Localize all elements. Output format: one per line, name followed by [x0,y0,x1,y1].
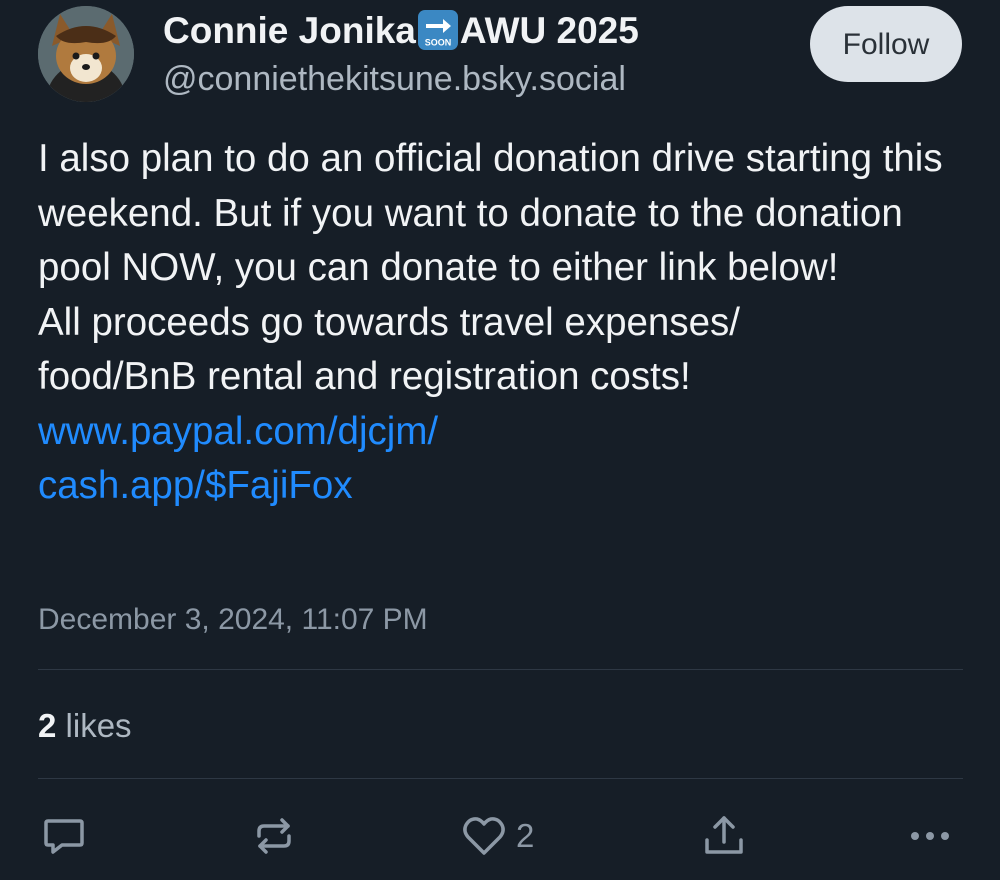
divider [38,669,963,670]
more-options-button[interactable] [908,812,952,860]
repost-button[interactable] [250,812,298,860]
fox-avatar-icon [38,6,134,102]
more-icon [911,832,949,840]
likes-count: 2 [38,707,57,744]
follow-button[interactable]: Follow [810,6,962,82]
soon-badge-label: SOON [425,38,452,48]
heart-icon [463,817,505,855]
reply-icon [44,819,84,854]
author-display-name[interactable]: Connie Jonika SOON AWU 2025 [163,8,639,54]
display-name-prefix: Connie Jonika [163,10,416,51]
share-button[interactable] [700,812,748,860]
like-count: 2 [516,817,535,854]
display-name-suffix: AWU 2025 [459,10,639,51]
repost-icon [257,818,291,854]
share-icon [705,816,743,854]
likes-stat[interactable]: 2 likes [38,704,132,748]
reply-button[interactable] [40,812,88,860]
divider [38,778,963,779]
author-handle[interactable]: @conniethekitsune.bsky.social [163,58,626,100]
likes-label: likes [65,707,132,744]
like-button[interactable]: 2 [460,812,534,860]
avatar[interactable] [38,6,134,102]
post-timestamp: December 3, 2024, 11:07 PM [38,603,428,636]
post-body: I also plan to do an official donation d… [38,132,968,514]
post-text: I also plan to do an official donation d… [38,137,943,398]
cashapp-link[interactable]: cash.app/$FajiFox [38,459,968,514]
soon-arrow-icon: SOON [417,10,458,50]
paypal-link[interactable]: www.paypal.com/djcjm/ [38,405,968,460]
